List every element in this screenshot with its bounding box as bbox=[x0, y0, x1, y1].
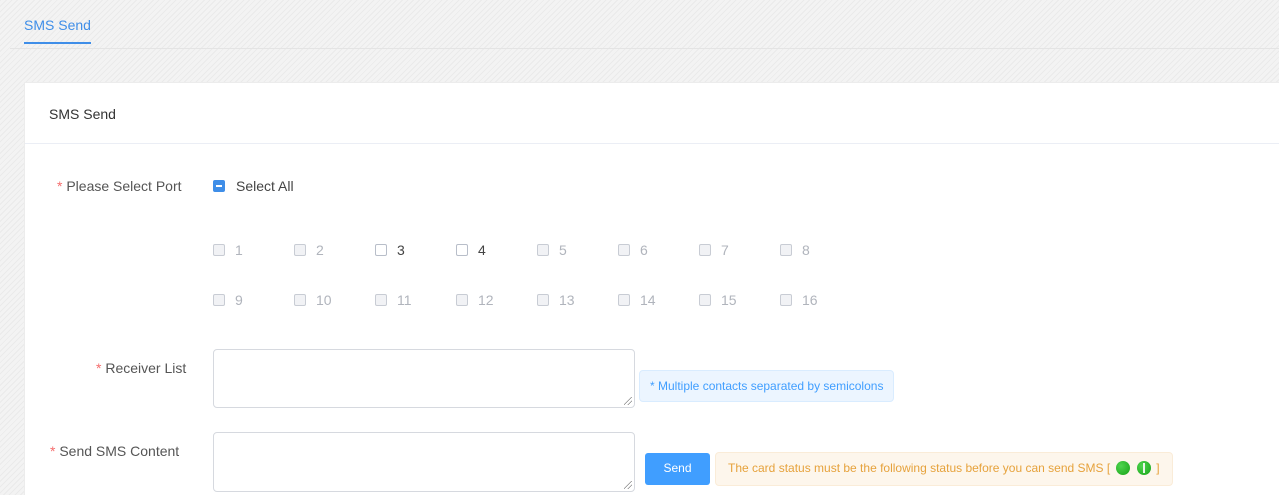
port-checkbox-11 bbox=[375, 294, 387, 306]
port-label-2: 2 bbox=[316, 242, 324, 258]
port-checkbox-12 bbox=[456, 294, 468, 306]
port-label-6: 6 bbox=[640, 242, 648, 258]
sms-content-textarea[interactable] bbox=[213, 432, 635, 492]
resize-handle-icon[interactable] bbox=[624, 397, 632, 405]
port-label-7: 7 bbox=[721, 242, 729, 258]
green-signal-icon bbox=[1136, 461, 1151, 475]
tab-sms-send[interactable]: SMS Send bbox=[24, 17, 91, 44]
port-checkbox-9 bbox=[213, 294, 225, 306]
port-label-text: Please Select Port bbox=[66, 178, 182, 194]
port-label-1: 1 bbox=[235, 242, 243, 258]
tab-bar: SMS Send bbox=[10, 0, 1279, 49]
green-dot-icon bbox=[1115, 461, 1130, 475]
card-title: SMS Send bbox=[49, 106, 116, 122]
select-all-checkbox[interactable] bbox=[213, 180, 225, 192]
port-label-10: 10 bbox=[316, 292, 332, 308]
port-checkbox-5 bbox=[537, 244, 549, 256]
port-label-11: 11 bbox=[397, 292, 412, 308]
content-label: * Send SMS Content bbox=[50, 443, 179, 459]
port-checkbox-6 bbox=[618, 244, 630, 256]
port-label-4[interactable]: 4 bbox=[478, 242, 486, 258]
port-label-5: 5 bbox=[559, 242, 567, 258]
port-label-12: 12 bbox=[478, 292, 494, 308]
content-label-text: Send SMS Content bbox=[59, 443, 180, 459]
port-checkbox-13 bbox=[537, 294, 549, 306]
port-checkbox-8 bbox=[780, 244, 792, 256]
port-checkbox-3[interactable] bbox=[375, 244, 387, 256]
resize-handle-icon[interactable] bbox=[624, 481, 632, 489]
send-button[interactable]: Send bbox=[645, 453, 710, 485]
port-label-15: 15 bbox=[721, 292, 737, 308]
port-checkbox-7 bbox=[699, 244, 711, 256]
port-label-8: 8 bbox=[802, 242, 810, 258]
port-label-3[interactable]: 3 bbox=[397, 242, 405, 258]
receiver-label: * Receiver List bbox=[96, 360, 186, 376]
warning-text: The card status must be the following st… bbox=[728, 461, 1111, 475]
port-label-16: 16 bbox=[802, 292, 818, 308]
card-status-warning: The card status must be the following st… bbox=[715, 452, 1173, 486]
card-header: SMS Send bbox=[25, 83, 1279, 144]
port-checkbox-4[interactable] bbox=[456, 244, 468, 256]
port-label-13: 13 bbox=[559, 292, 575, 308]
receiver-hint: * Multiple contacts separated by semicol… bbox=[639, 370, 895, 402]
required-mark: * bbox=[50, 443, 56, 459]
receiver-label-text: Receiver List bbox=[105, 360, 187, 376]
sms-send-card: SMS Send * Please Select Port Select All… bbox=[24, 82, 1279, 495]
port-checkbox-15 bbox=[699, 294, 711, 306]
select-all-label[interactable]: Select All bbox=[236, 178, 294, 194]
receiver-list-textarea[interactable] bbox=[213, 349, 635, 408]
port-checkbox-10 bbox=[294, 294, 306, 306]
warning-suffix: ] bbox=[1156, 461, 1160, 475]
port-checkbox-2 bbox=[294, 244, 306, 256]
required-mark: * bbox=[96, 360, 102, 376]
port-label-9: 9 bbox=[235, 292, 243, 308]
port-checkbox-16 bbox=[780, 294, 792, 306]
port-checkbox-1 bbox=[213, 244, 225, 256]
port-checkbox-14 bbox=[618, 294, 630, 306]
port-label: * Please Select Port bbox=[57, 178, 182, 194]
required-mark: * bbox=[57, 178, 63, 194]
port-label-14: 14 bbox=[640, 292, 656, 308]
